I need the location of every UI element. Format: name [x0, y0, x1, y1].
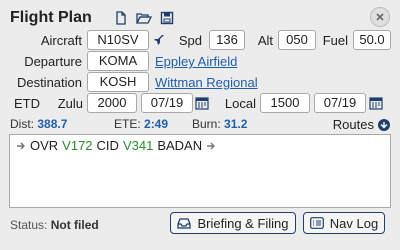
fuel-label: Fuel	[322, 33, 348, 48]
inbox-icon	[177, 218, 192, 229]
briefing-filing-button[interactable]: Briefing & Filing	[170, 212, 296, 234]
route-start-arrow-icon	[17, 142, 25, 149]
speed-field[interactable]: 136	[209, 30, 245, 50]
route-item[interactable]: OVR	[30, 138, 58, 153]
flight-plan-panel: Flight Plan Aircraft N10SV Spd 136 Alt 0…	[0, 0, 400, 250]
etd-row: ETD Zulu 2000 07/19 Local 1500 07/19	[0, 93, 400, 115]
status-label: Status:	[10, 218, 48, 232]
title-icons	[114, 11, 174, 25]
routes-button[interactable]: Routes	[333, 117, 390, 132]
distance-stat: Dist: 388.7	[10, 117, 67, 131]
destination-row: Destination KOSH Wittman Regional	[0, 72, 400, 94]
ete-value: 2:49	[144, 117, 169, 131]
aircraft-field[interactable]: N10SV	[87, 30, 149, 50]
departure-row: Departure KOMA Eppley Airfield	[0, 51, 400, 73]
ete-stat: ETE: 2:49	[114, 117, 168, 131]
zulu-time-field[interactable]: 2000	[87, 93, 137, 113]
zulu-calendar-icon[interactable]	[195, 96, 209, 110]
speed-label: Spd	[178, 33, 202, 48]
route-item[interactable]: CID	[97, 138, 119, 153]
close-icon	[376, 13, 384, 21]
destination-field[interactable]: KOSH	[87, 72, 149, 92]
status-line: Status: Not filed	[10, 218, 99, 232]
aircraft-label: Aircraft	[40, 33, 82, 48]
nav-log-button[interactable]: Nav Log	[303, 212, 385, 234]
destination-airport-link[interactable]: Wittman Regional	[155, 75, 258, 90]
burn-stat: Burn: 31.2	[192, 117, 247, 131]
local-date-field[interactable]: 07/19	[314, 93, 366, 113]
altitude-field[interactable]: 050	[278, 30, 316, 50]
distance-value: 388.7	[37, 117, 68, 131]
fuel-field[interactable]: 50.0	[353, 30, 391, 50]
burn-label: Burn:	[192, 117, 221, 131]
airplane-icon[interactable]	[153, 34, 165, 46]
aircraft-row: Aircraft N10SV Spd 136 Alt 050 Fuel 50.0	[0, 30, 400, 52]
departure-label: Departure	[24, 54, 82, 69]
local-time-field[interactable]: 1500	[260, 93, 310, 113]
chevron-down-circle-icon	[378, 118, 390, 131]
etd-label: ETD	[14, 96, 40, 111]
close-button[interactable]	[370, 7, 390, 27]
route-airway[interactable]: V341	[123, 138, 153, 153]
local-calendar-icon[interactable]	[369, 96, 383, 110]
save-icon[interactable]	[160, 11, 174, 25]
departure-airport-link[interactable]: Eppley Airfield	[155, 54, 237, 69]
status-value: Not filed	[50, 218, 99, 232]
burn-value: 31.2	[224, 117, 248, 131]
routes-label: Routes	[332, 117, 374, 132]
list-icon	[309, 217, 324, 229]
ete-label: ETE:	[114, 117, 141, 131]
route-line: OVR V172 CID V341 BADAN	[16, 138, 216, 153]
new-file-icon[interactable]	[114, 11, 128, 25]
destination-label: Destination	[16, 75, 82, 90]
departure-field[interactable]: KOMA	[87, 51, 149, 71]
altitude-label: Alt	[257, 33, 273, 48]
route-field[interactable]: OVR V172 CID V341 BADAN	[9, 134, 391, 208]
panel-title: Flight Plan	[10, 9, 92, 26]
zulu-date-field[interactable]: 07/19	[141, 93, 193, 113]
zulu-label: Zulu	[57, 96, 83, 111]
route-airway[interactable]: V172	[62, 138, 92, 153]
route-item[interactable]: BADAN	[157, 138, 202, 153]
open-folder-icon[interactable]	[135, 11, 152, 25]
local-label: Local	[224, 96, 256, 111]
route-end-arrow-icon	[207, 142, 216, 149]
stats-row: Dist: 388.7 ETE: 2:49 Burn: 31.2 Routes	[10, 117, 390, 133]
distance-label: Dist:	[10, 117, 34, 131]
briefing-filing-label: Briefing & Filing	[197, 215, 289, 231]
nav-log-label: Nav Log	[329, 215, 379, 231]
title-row: Flight Plan	[10, 8, 174, 28]
